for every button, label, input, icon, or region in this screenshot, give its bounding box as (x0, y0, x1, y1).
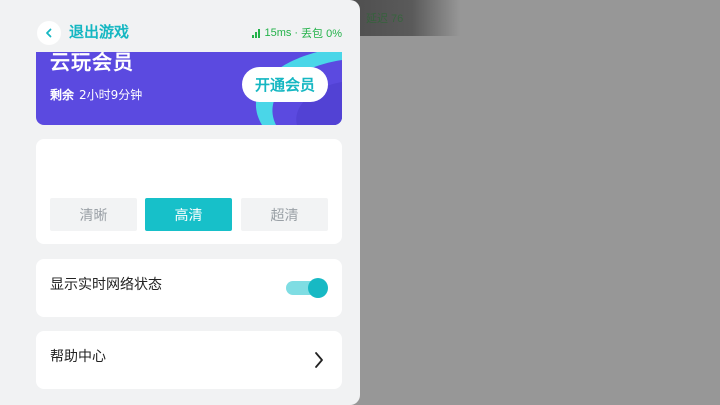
remaining-label: 剩余 (50, 88, 75, 102)
side-menu-panel: 退出游戏 15ms · 丢包 0% 云玩会员 剩余 2小时9分钟 开通会员 清晰 … (0, 0, 360, 405)
quality-card: 清晰 高清 超清 (36, 139, 342, 244)
toggle-knob (308, 278, 328, 298)
help-center-label: 帮助中心 (50, 349, 106, 365)
packet-loss-value: 丢包 0% (301, 28, 342, 40)
latency-value: 15ms (264, 27, 292, 39)
top-bar: 退出游戏 15ms · 丢包 0% (0, 0, 360, 50)
background-network-text: 延迟 76 (366, 13, 404, 25)
exit-game-label[interactable]: 退出游戏 (69, 21, 129, 43)
quality-option-clear[interactable]: 清晰 (50, 198, 137, 231)
network-status-toggle[interactable] (286, 278, 328, 298)
quality-option-uhd[interactable]: 超清 (241, 198, 328, 231)
membership-card: 云玩会员 剩余 2小时9分钟 开通会员 (36, 52, 342, 125)
signal-bars-icon (252, 28, 261, 38)
network-separator: · (294, 27, 299, 39)
quality-option-hd[interactable]: 高清 (145, 198, 232, 231)
membership-title: 云玩会员 (50, 52, 134, 74)
network-status-setting: 显示实时网络状态 (36, 259, 342, 317)
chevron-right-icon (315, 352, 323, 368)
remaining-value: 2小时9分钟 (79, 88, 143, 102)
open-membership-button[interactable]: 开通会员 (242, 67, 328, 102)
back-button[interactable] (37, 21, 61, 45)
remaining-time: 剩余 2小时9分钟 (50, 87, 142, 103)
network-status: 15ms · 丢包 0% (252, 25, 342, 41)
network-status-label: 显示实时网络状态 (50, 277, 162, 293)
help-center-row[interactable]: 帮助中心 (36, 331, 342, 389)
chevron-left-icon (46, 28, 52, 38)
